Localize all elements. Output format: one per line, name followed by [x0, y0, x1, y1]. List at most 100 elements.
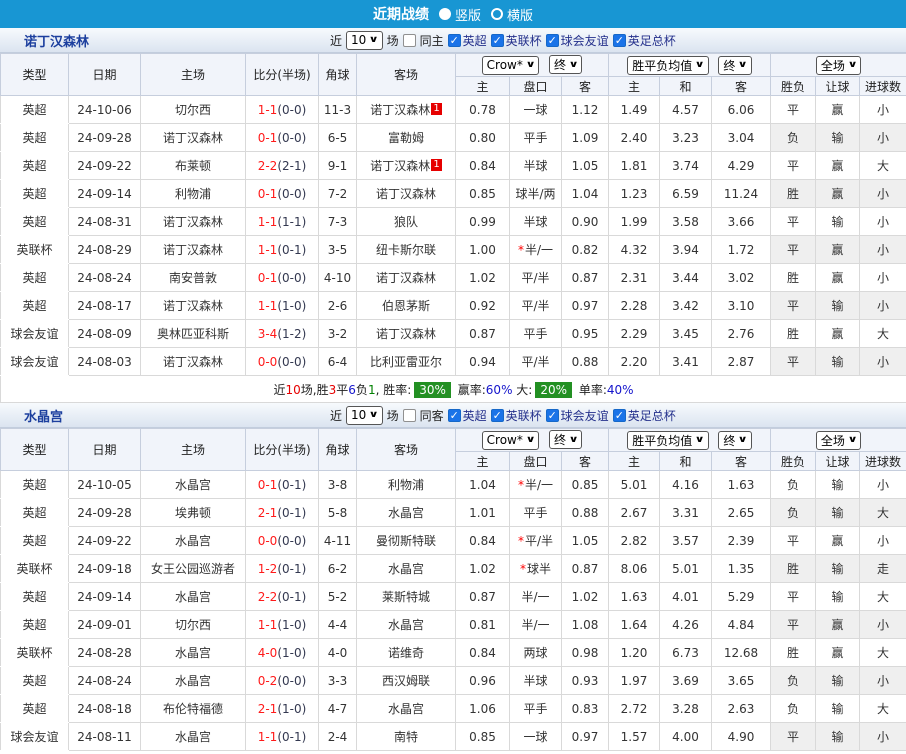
- games-label: 场: [386, 33, 399, 48]
- team-section-header: 水晶宫 近 10 ∨ 场 同客 英超 英联杯 球会友谊: [0, 403, 906, 428]
- goals-result: 小: [859, 291, 906, 320]
- league-filter-efl-cup[interactable]: 英联杯: [490, 32, 542, 49]
- away-odds: 0.93: [560, 666, 610, 695]
- odds-company-select[interactable]: Crow* ∨: [481, 55, 540, 75]
- home-team: 切尔西: [140, 610, 246, 639]
- away-odds: 1.02: [560, 582, 610, 611]
- asterisk-icon: *: [517, 534, 524, 548]
- corners: 3-5: [318, 235, 357, 264]
- layout-vertical-radio[interactable]: 竖版: [438, 5, 481, 24]
- match-date: 24-10-05: [68, 470, 141, 499]
- avg-final-select[interactable]: 终 ∨: [718, 55, 752, 75]
- corners: 11-3: [318, 95, 357, 124]
- away-odds: 0.97: [560, 722, 610, 751]
- away-odds: 0.85: [560, 470, 610, 499]
- away-team: 水晶宫: [356, 498, 456, 527]
- goals-result: 小: [859, 722, 906, 751]
- recent-count-select[interactable]: 10 ∨: [346, 405, 383, 425]
- avg-source-select[interactable]: 胜平负均值 ∨: [627, 55, 709, 75]
- league-filter-friendly[interactable]: 球会友谊: [545, 32, 609, 49]
- league-badge: 英超: [0, 498, 69, 527]
- col-handicap-result: 让球: [815, 451, 861, 471]
- goals-result: 大: [859, 319, 906, 348]
- avg-away: 6.06: [711, 95, 772, 124]
- odds-group-header: Crow* ∨ 终 ∨: [454, 428, 610, 452]
- col-goals-result: 进球数: [859, 451, 906, 471]
- avg-draw: 3.45: [659, 319, 713, 348]
- league-filter-friendly[interactable]: 球会友谊: [545, 407, 609, 424]
- layout-horizontal-radio[interactable]: 横版: [491, 5, 533, 24]
- corners: 4-0: [318, 638, 357, 667]
- league-filter-fa-cup[interactable]: 英足总杯: [612, 32, 676, 49]
- away-odds: 0.97: [560, 291, 610, 320]
- odds-final-value: 终: [554, 58, 567, 73]
- handicap: 一球: [509, 95, 562, 124]
- corners: 6-2: [318, 554, 357, 583]
- scope-value: 全场: [820, 58, 845, 73]
- corners: 9-1: [318, 151, 357, 180]
- league-badge: 英超: [0, 263, 69, 292]
- home-odds: 0.96: [455, 666, 510, 695]
- avg-home: 5.01: [608, 470, 661, 499]
- handicap: 平/半: [509, 263, 562, 292]
- away-odds: 0.83: [560, 694, 610, 723]
- col-type: 类型: [0, 53, 69, 96]
- col-odds-away: 客: [560, 451, 610, 471]
- avg-home: 2.40: [608, 123, 661, 152]
- corners: 3-3: [318, 666, 357, 695]
- col-corner: 角球: [318, 53, 357, 96]
- odds-company-select[interactable]: Crow* ∨: [481, 430, 540, 450]
- goals-result: 小: [859, 207, 906, 236]
- avg-final-select[interactable]: 终 ∨: [718, 430, 752, 450]
- avg-draw: 3.69: [659, 666, 713, 695]
- away-team: 纽卡斯尔联: [356, 235, 456, 264]
- league-filter-fa-cup[interactable]: 英足总杯: [612, 407, 676, 424]
- checkbox-checked-icon: [545, 408, 559, 422]
- scope-select[interactable]: 全场 ∨: [815, 430, 862, 450]
- score: 1-1(1-0): [245, 291, 319, 320]
- col-goals-result: 进球数: [859, 76, 906, 96]
- chevron-down-icon: ∨: [525, 435, 536, 446]
- same-venue-checkbox[interactable]: [402, 33, 416, 47]
- handicap-result: 输: [815, 582, 861, 611]
- home-team: 水晶宫: [140, 582, 246, 611]
- home-team: 布伦特福德: [140, 694, 246, 723]
- home-odds: 0.80: [455, 123, 510, 152]
- avg-source-select[interactable]: 胜平负均值 ∨: [627, 430, 709, 450]
- match-date: 24-10-06: [68, 95, 141, 124]
- away-odds: 0.98: [560, 638, 610, 667]
- match-date: 24-09-01: [68, 610, 141, 639]
- match-date: 24-09-28: [68, 123, 141, 152]
- league-badge: 英超: [0, 694, 69, 723]
- avg-home: 1.23: [608, 179, 661, 208]
- avg-draw: 3.94: [659, 235, 713, 264]
- avg-home: 2.72: [608, 694, 661, 723]
- league-filter-efl-cup[interactable]: 英联杯: [490, 407, 542, 424]
- home-team: 诺丁汉森林: [140, 347, 246, 376]
- handicap: 平/半: [509, 347, 562, 376]
- odds-final-select[interactable]: 终 ∨: [549, 430, 583, 450]
- odds-final-select[interactable]: 终 ∨: [549, 55, 583, 75]
- outcome-result: 平: [770, 151, 817, 180]
- handicap-result: 输: [815, 470, 861, 499]
- avg-home: 2.82: [608, 526, 661, 555]
- home-odds: 0.85: [455, 722, 510, 751]
- handicap-result: 输: [815, 123, 861, 152]
- league-filter-label: 球会友谊: [560, 33, 609, 48]
- topbar: 近期战绩 竖版 横版: [0, 0, 906, 28]
- recent-count-select[interactable]: 10 ∨: [346, 30, 383, 50]
- scope-select[interactable]: 全场 ∨: [815, 55, 862, 75]
- goals-result: 大: [859, 638, 906, 667]
- home-odds: 0.81: [455, 610, 510, 639]
- avg-draw: 4.00: [659, 722, 713, 751]
- league-filter-epl[interactable]: 英超: [447, 407, 487, 424]
- matches-body: 英超 24-10-05 水晶宫 0-1(0-1) 3-8 利物浦 1.04 *半/一 0.85 5…: [0, 470, 906, 751]
- away-team: 诺丁汉森林: [356, 179, 456, 208]
- away-team: 曼彻斯特联: [356, 526, 456, 555]
- league-filter-epl[interactable]: 英超: [447, 32, 487, 49]
- same-venue-checkbox[interactable]: [402, 408, 416, 422]
- chevron-down-icon: ∨: [525, 60, 536, 71]
- team-name: 水晶宫: [24, 409, 64, 425]
- red-card-badge: 1: [431, 159, 442, 171]
- radio-selected-icon: [438, 8, 451, 20]
